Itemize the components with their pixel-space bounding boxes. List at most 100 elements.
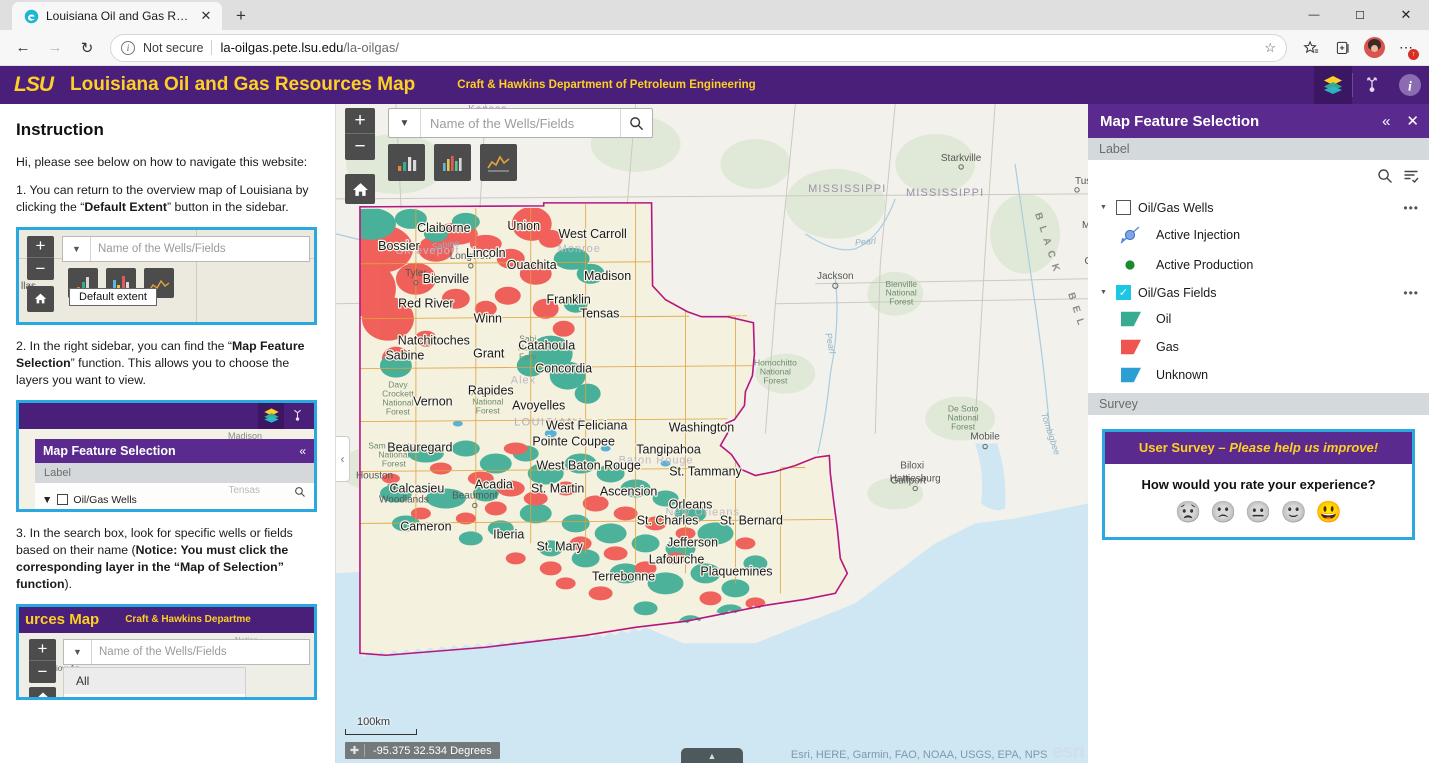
survey-face-option-2[interactable]: 🙁 <box>1210 502 1236 523</box>
info-icon[interactable]: i <box>1391 66 1429 104</box>
layer-row-oil-gas-fields[interactable]: ▼ ✓ Oil/Gas Fields ••• <box>1088 280 1429 305</box>
thumb2-panel-title: Map Feature Selection <box>43 443 176 458</box>
instruction-step-2: 2. In the right sidebar, you can find th… <box>16 338 317 389</box>
zoom-control: + − <box>345 108 375 160</box>
chevron-down-icon[interactable]: ▼ <box>1100 204 1109 211</box>
step1-bold: Default Extent <box>84 199 168 214</box>
parish-label: West Carroll <box>558 227 626 241</box>
survey-section-bar: Survey <box>1088 393 1429 415</box>
thumb2-map-label-2: Tensas <box>228 484 260 496</box>
browser-tab[interactable]: Louisiana Oil and Gas Resources ✕ <box>12 2 222 30</box>
parish-label: Vernon <box>413 395 453 409</box>
svg-text:Gulfport: Gulfport <box>890 475 926 486</box>
site-info-icon[interactable]: i <box>121 40 135 55</box>
forward-button[interactable]: → <box>40 33 70 63</box>
parish-label: Lincoln <box>466 246 506 260</box>
security-label: Not secure <box>143 40 204 55</box>
map-canvas[interactable]: Starkville Tusca Jackson Hattiesburg Mob… <box>336 104 1088 763</box>
svg-text:Mobile: Mobile <box>970 432 1000 443</box>
svg-text:MISSISSIPPI: MISSISSIPPI <box>906 187 984 199</box>
filter-list-icon[interactable] <box>1403 168 1419 189</box>
layer-label: Oil/Gas Fields <box>1138 285 1217 300</box>
url-path: /la-oilgas/ <box>343 40 399 55</box>
survey-face-option-1[interactable]: 😟 <box>1175 502 1201 523</box>
instruction-thumbnail-1: llas Sabine River + − ▼ Name of the Well… <box>16 226 317 325</box>
zoom-in-button[interactable]: + <box>345 108 375 134</box>
parish-label: Washington <box>669 421 734 435</box>
line-chart-widget[interactable] <box>480 144 517 181</box>
layer-row-oil-gas-wells[interactable]: ▼ Oil/Gas Wells ••• <box>1088 195 1429 220</box>
legend-label: Active Production <box>1156 258 1254 272</box>
instruction-thumbnail-3: urces Map Craft & Hawkins Departme Natio… <box>16 603 317 700</box>
survey-body: How would you rate your experience? 😟 🙁 😐 🙂… <box>1105 464 1412 537</box>
search-input[interactable] <box>421 114 620 132</box>
injection-arrow-icon <box>1118 224 1144 246</box>
zoom-out-button[interactable]: − <box>345 134 375 160</box>
parish-label: Pointe Coupee <box>532 435 615 449</box>
parish-label: St. Bernard <box>720 513 783 527</box>
department-subtitle: Craft & Hawkins Department of Petroleum … <box>457 79 756 91</box>
right-panel: Map Feature Selection « ✕ Label ▼ Oil/Ga… <box>1088 104 1429 763</box>
parish-label: Winn <box>474 312 502 326</box>
esri-logo: esri <box>1052 741 1085 763</box>
home-icon[interactable] <box>345 174 375 204</box>
layer-checkbox-oil-gas-fields[interactable]: ✓ <box>1116 285 1131 300</box>
parish-label: Franklin <box>547 293 591 307</box>
thumb3-subtitle: Craft & Hawkins Departme <box>125 614 251 626</box>
address-bar[interactable]: i Not secure la-oilgas.pete.lsu.edu/la-o… <box>110 33 1287 62</box>
tab-title: Louisiana Oil and Gas Resources <box>46 9 190 23</box>
layer-list: ▼ Oil/Gas Wells ••• Active Injection Act… <box>1088 160 1429 393</box>
svg-text:MISSISSIPPI: MISSISSIPPI <box>808 183 886 195</box>
panel-collapse-handle[interactable]: ‹ <box>336 436 350 482</box>
settings-more-icon[interactable]: ⋯ ↑ <box>1391 33 1421 63</box>
map-container[interactable]: Starkville Tusca Jackson Hattiesburg Mob… <box>336 104 1088 763</box>
coordinate-readout[interactable]: ✚ -95.375 32.534 Degrees <box>345 742 500 759</box>
thumb1-zoom-out: − <box>35 258 46 278</box>
survey-face-option-3[interactable]: 😐 <box>1245 502 1271 523</box>
bookmark-star-icon[interactable]: ☆ <box>1264 40 1276 56</box>
unknown-polygon-icon <box>1118 365 1144 385</box>
survey-face-option-4[interactable]: 🙂 <box>1281 502 1307 523</box>
close-window-button[interactable]: ✕ <box>1383 0 1429 30</box>
reload-button[interactable]: ↻ <box>72 33 102 63</box>
minimize-button[interactable]: — <box>1291 0 1337 30</box>
parish-label: Madison <box>584 269 631 283</box>
search-icon[interactable] <box>1377 168 1393 189</box>
search-icon[interactable] <box>620 109 652 137</box>
chevron-down-icon: ▼ <box>63 236 91 261</box>
collapse-icon[interactable]: « <box>1382 113 1390 130</box>
survey-question: How would you rate your experience? <box>1141 477 1376 492</box>
collections-icon[interactable] <box>1327 33 1357 63</box>
chevron-down-icon[interactable]: ▼ <box>1100 289 1109 296</box>
thumb3-zoom-out: − <box>37 661 48 681</box>
feature-panel-title: Map Feature Selection <box>1100 112 1260 130</box>
layers-icon[interactable] <box>1314 66 1352 104</box>
browser-toolbar: ← → ↻ i Not secure la-oilgas.pete.lsu.ed… <box>0 30 1429 66</box>
svg-text:Tusca: Tusca <box>1075 176 1088 187</box>
layer-menu-icon[interactable]: ••• <box>1403 201 1419 215</box>
parish-label: Lafourche <box>649 552 705 566</box>
bar-chart-widget[interactable] <box>388 144 425 181</box>
favorites-star-icon[interactable] <box>1295 33 1325 63</box>
thumb1-zoom-in: + <box>27 236 54 258</box>
instruction-thumbnail-2: Madison Map Feature Selection « Label Te… <box>16 399 317 512</box>
close-icon[interactable]: ✕ <box>1406 112 1419 130</box>
instruction-heading: Instruction <box>16 120 104 139</box>
new-tab-button[interactable]: + <box>228 3 254 29</box>
layer-checkbox-oil-gas-wells[interactable] <box>1116 200 1131 215</box>
parish-label: Avoyelles <box>512 399 565 413</box>
survey-face-option-5[interactable]: 😃 <box>1316 502 1342 523</box>
parish-label: Cameron <box>400 519 451 533</box>
legend-row-unknown: Unknown <box>1088 361 1429 389</box>
chevron-down-icon[interactable]: ▼ <box>389 109 421 137</box>
layer-menu-icon[interactable]: ••• <box>1403 286 1419 300</box>
attribute-table-toggle[interactable]: ▲ <box>681 748 743 763</box>
map-search-bar[interactable]: ▼ <box>388 108 653 138</box>
close-tab-icon[interactable]: ✕ <box>197 7 215 25</box>
maximize-button[interactable]: ☐ <box>1337 0 1383 30</box>
back-button[interactable]: ← <box>8 33 38 63</box>
profile-avatar[interactable] <box>1359 33 1389 63</box>
thumb2-app-header <box>19 402 314 429</box>
column-chart-widget[interactable] <box>434 144 471 181</box>
share-icon[interactable] <box>1353 66 1391 104</box>
